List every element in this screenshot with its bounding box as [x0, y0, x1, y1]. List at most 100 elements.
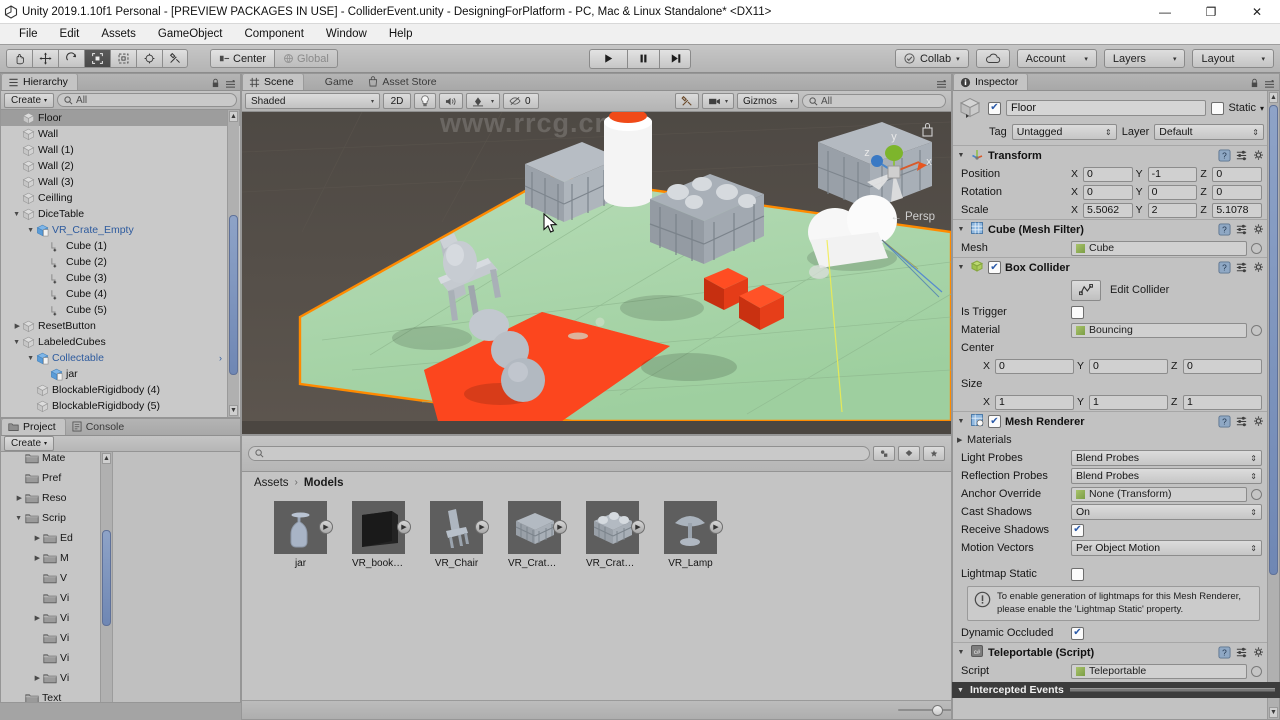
object-picker-button[interactable]: [1251, 324, 1262, 336]
edit-collider-button[interactable]: [1071, 279, 1101, 301]
scene-viewport[interactable]: y z x ← Persp www.rrcg.cn: [242, 112, 951, 434]
play-button[interactable]: [589, 48, 627, 69]
scroll-up-arrow[interactable]: ▲: [1269, 92, 1278, 103]
scene-hidden-objects[interactable]: 0: [503, 93, 539, 109]
tab-asset-store[interactable]: Asset Store: [362, 74, 445, 90]
move-tool-button[interactable]: [32, 49, 58, 68]
object-name-field[interactable]: Floor: [1006, 100, 1207, 116]
layout-button[interactable]: Layout ▾: [1192, 49, 1274, 68]
property-checkbox[interactable]: [1071, 305, 1084, 319]
disclosure-triangle[interactable]: ▶: [3, 322, 22, 330]
scene-tools-button[interactable]: [675, 93, 699, 109]
tab-game[interactable]: Game: [304, 74, 363, 90]
field-x[interactable]: 5.5062: [1083, 202, 1133, 218]
project-tree-scrollbar[interactable]: ▲ ▼: [100, 452, 112, 702]
pause-button[interactable]: [627, 48, 659, 69]
object-field[interactable]: Cube: [1071, 240, 1247, 256]
component-foldout-triangle[interactable]: ▼: [956, 418, 966, 425]
project-folder-vi[interactable]: ▶ Vi: [1, 608, 112, 628]
scale-tool-button[interactable]: [84, 49, 110, 68]
project-folder-vi[interactable]: Vi: [1, 648, 112, 668]
field-x[interactable]: 0: [995, 358, 1074, 374]
preset-icon[interactable]: [1235, 149, 1248, 162]
hierarchy-item-jar[interactable]: jar: [1, 366, 240, 382]
asset-preview-button[interactable]: ▶: [475, 520, 489, 534]
field-z[interactable]: 5.1078: [1212, 202, 1263, 218]
help-icon[interactable]: ?: [1218, 223, 1231, 236]
rect-tool-button[interactable]: [110, 49, 136, 68]
gear-icon[interactable]: [1252, 646, 1265, 659]
shading-mode-dropdown[interactable]: Shaded ▾: [245, 93, 380, 109]
object-field[interactable]: Teleportable: [1071, 663, 1247, 679]
scene-lighting-toggle[interactable]: [414, 93, 436, 109]
asset-preview-button[interactable]: ▶: [319, 520, 333, 534]
hierarchy-item-cube-4[interactable]: Cube (4): [1, 286, 240, 302]
field-y[interactable]: 2: [1147, 202, 1198, 218]
project-scroll-thumb[interactable]: [102, 530, 111, 626]
project-folder-reso[interactable]: ▶ Reso: [1, 488, 112, 508]
dropdown-field[interactable]: Per Object Motion ⇕: [1071, 540, 1262, 556]
layers-button[interactable]: Layers ▾: [1103, 49, 1186, 68]
2d-toggle-button[interactable]: 2D: [383, 93, 411, 109]
asset-preview-button[interactable]: ▶: [709, 520, 723, 534]
pivot-mode-button[interactable]: Center: [210, 49, 275, 68]
component-header[interactable]: ▼ Box Collider?: [953, 258, 1268, 277]
project-search-input[interactable]: [248, 446, 870, 461]
thumbnail-size-slider[interactable]: [898, 704, 951, 716]
hierarchy-item-wall-3[interactable]: Wall (3): [1, 174, 240, 190]
hierarchy-item-wall[interactable]: Wall: [1, 126, 240, 142]
disclosure-triangle[interactable]: ▼: [3, 227, 36, 234]
project-folder-text[interactable]: Text: [1, 688, 112, 702]
disclosure-triangle[interactable]: ▼: [1, 515, 25, 522]
scroll-up-arrow[interactable]: ▲: [102, 453, 111, 464]
help-icon[interactable]: ?: [1218, 646, 1231, 659]
gear-icon[interactable]: [1252, 415, 1265, 428]
menu-edit[interactable]: Edit: [49, 24, 91, 45]
disclosure-triangle[interactable]: ▶: [1, 554, 43, 562]
field-y[interactable]: 0: [1089, 358, 1168, 374]
project-folder-vi[interactable]: Vi: [1, 628, 112, 648]
close-button[interactable]: ✕: [1234, 0, 1280, 24]
component-enabled-checkbox[interactable]: [988, 415, 1001, 428]
component-enabled-checkbox[interactable]: [988, 261, 1001, 274]
hierarchy-item-wall-2[interactable]: Wall (2): [1, 158, 240, 174]
collab-button[interactable]: Collab ▾: [894, 49, 969, 68]
hierarchy-tree[interactable]: Floor Wall Wall (1) Wall (2) Wall (3) Ceillin…: [1, 110, 240, 417]
component-foldout-triangle[interactable]: ▼: [956, 264, 966, 271]
hierarchy-item-blockablerigidbody-5[interactable]: BlockableRigidbody (5): [1, 398, 240, 414]
preset-icon[interactable]: [1235, 261, 1248, 274]
preset-icon[interactable]: [1235, 415, 1248, 428]
dropdown-field[interactable]: Blend Probes ⇕: [1071, 468, 1262, 484]
gizmos-dropdown[interactable]: Gizmos ▾: [737, 93, 799, 109]
component-foldout-triangle[interactable]: ▼: [956, 152, 966, 159]
tag-dropdown[interactable]: Untagged ⇕: [1011, 124, 1117, 140]
project-create-button[interactable]: Create ▾: [4, 436, 55, 451]
scene-tab-menu[interactable]: [936, 79, 947, 88]
disclosure-triangle[interactable]: ▶: [1, 614, 43, 622]
asset-item[interactable]: ▶ VR_Crate_…: [508, 501, 567, 569]
field-z[interactable]: 0: [1212, 184, 1263, 200]
asset-preview-button[interactable]: ▶: [553, 520, 567, 534]
hierarchy-item-cube-2[interactable]: Cube (2): [1, 254, 240, 270]
object-field[interactable]: Bouncing: [1071, 322, 1247, 338]
hierarchy-item-cube-5[interactable]: Cube (5): [1, 302, 240, 318]
help-icon[interactable]: ?: [1218, 261, 1231, 274]
hierarchy-item-vr-crate-empty[interactable]: ▼ VR_Crate_Empty: [1, 222, 240, 238]
project-folder-vi[interactable]: Vi: [1, 588, 112, 608]
field-x[interactable]: 1: [995, 394, 1074, 410]
object-picker-button[interactable]: [1251, 242, 1262, 254]
tab-console[interactable]: Console: [66, 419, 134, 435]
asset-preview-button[interactable]: ▶: [397, 520, 411, 534]
preset-icon[interactable]: [1235, 646, 1248, 659]
transform-tool-button[interactable]: [136, 49, 162, 68]
hierarchy-item-collectable[interactable]: ▼ Collectable ›: [1, 350, 240, 366]
hierarchy-item-dicetable[interactable]: ▼ DiceTable: [1, 206, 240, 222]
gear-icon[interactable]: [1252, 149, 1265, 162]
help-icon[interactable]: ?: [1218, 415, 1231, 428]
cloud-button[interactable]: [975, 49, 1010, 68]
disclosure-triangle[interactable]: ▼: [3, 355, 36, 362]
scroll-down-arrow[interactable]: ▼: [1269, 707, 1278, 718]
tab-scene[interactable]: Scene: [242, 74, 304, 90]
menu-help[interactable]: Help: [378, 24, 424, 45]
intercepted-events-bar[interactable]: ▼ Intercepted Events: [952, 682, 1280, 698]
